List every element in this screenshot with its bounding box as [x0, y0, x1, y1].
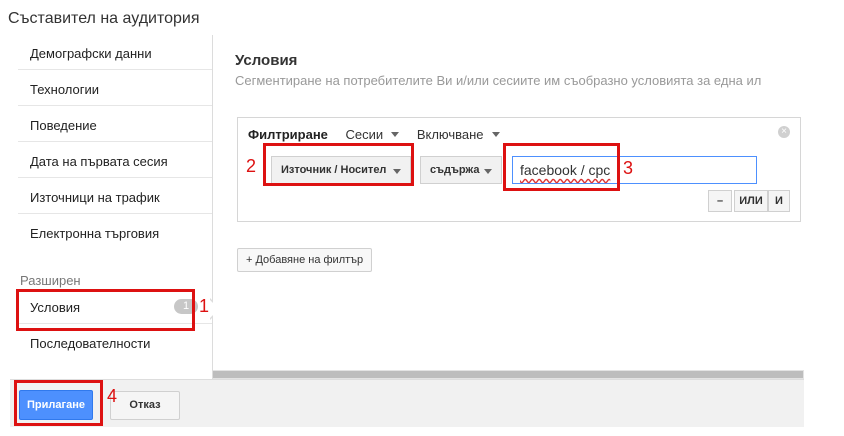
- sidebar-item-ecommerce[interactable]: Електронна търговия: [18, 215, 212, 250]
- remove-filter-icon[interactable]: ×: [778, 126, 790, 138]
- sidebar-item-technology[interactable]: Технологии: [18, 71, 212, 106]
- operator-value: съдържа: [430, 164, 480, 176]
- sidebar-section-advanced: Разширен: [20, 273, 81, 288]
- scope-value: Сесии: [345, 127, 384, 142]
- annotation-box-2: [263, 143, 414, 186]
- horizontal-scrollbar[interactable]: [213, 370, 804, 379]
- filter-header: Филтриране Сесии Включване: [248, 127, 500, 142]
- sidebar-item-demographics[interactable]: Демографски данни: [18, 35, 212, 70]
- sidebar-item-first-session-date[interactable]: Дата на първата сесия: [18, 143, 212, 178]
- sidebar-item-behavior[interactable]: Поведение: [18, 107, 212, 142]
- cancel-button[interactable]: Отказ: [110, 391, 180, 420]
- add-filter-button[interactable]: + Добавяне на филтър: [237, 248, 373, 272]
- scrollbar-thumb[interactable]: [213, 371, 803, 378]
- sidebar-item-traffic-sources[interactable]: Източници на трафик: [18, 179, 212, 214]
- annotation-box-4: [14, 380, 103, 426]
- remove-condition-button[interactable]: –: [708, 190, 732, 212]
- scope-dropdown[interactable]: Сесии: [346, 127, 400, 142]
- chevron-down-icon: [491, 132, 500, 137]
- conditions-content: Условия Сегментиране на потребителите Ви…: [213, 35, 804, 370]
- annotation-box-3: [503, 143, 620, 191]
- annotation-box-1: [16, 289, 195, 331]
- annotation-number-4: 4: [107, 386, 118, 406]
- conditions-title: Условия: [235, 52, 298, 69]
- annotation-number-3: 3: [623, 158, 634, 178]
- or-button[interactable]: ИЛИ: [734, 190, 768, 212]
- conditions-description: Сегментиране на потребителите Ви и/или с…: [235, 73, 762, 88]
- chevron-down-icon: [391, 132, 400, 137]
- annotation-number-2: 2: [246, 156, 257, 176]
- filter-heading: Филтриране: [248, 127, 328, 142]
- and-button[interactable]: И: [768, 190, 790, 212]
- dialog-title: Съставител на аудитория: [8, 10, 200, 27]
- operator-select[interactable]: съдържа: [420, 156, 502, 184]
- chevron-down-icon: [484, 169, 492, 174]
- mode-dropdown[interactable]: Включване: [417, 127, 500, 142]
- mode-value: Включване: [416, 127, 484, 142]
- annotation-number-1: 1: [199, 296, 210, 316]
